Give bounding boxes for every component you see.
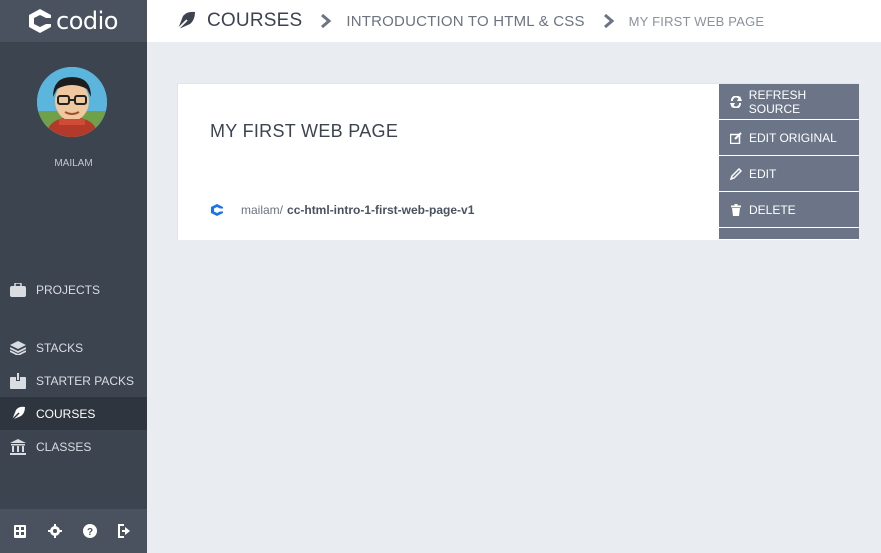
trash-icon	[729, 203, 743, 217]
logout-icon[interactable]	[117, 523, 133, 539]
repo-link[interactable]: mailam/ cc-html-intro-1-first-web-page-v…	[210, 203, 474, 217]
delete-button[interactable]: DELETE	[719, 192, 859, 227]
gear-icon[interactable]	[47, 523, 63, 539]
sidebar-item-projects[interactable]: PROJECTS	[0, 273, 147, 306]
sidebar-item-label: CLASSES	[36, 439, 92, 454]
breadcrumb-page: MY FIRST WEB PAGE	[628, 13, 765, 29]
edit-original-label: EDIT ORIGINAL	[749, 130, 837, 145]
repo-name: cc-html-intro-1-first-web-page-v1	[287, 203, 475, 217]
institution-icon	[9, 438, 27, 456]
codio-repo-icon	[211, 204, 224, 216]
sidebar: codio MAILAM PROJECTS STACKS STARTER PAC…	[0, 0, 147, 553]
refresh-source-label: REFRESH SOURCE	[748, 87, 807, 116]
refresh-source-button[interactable]: REFRESH SOURCE	[719, 84, 859, 119]
delete-label: DELETE	[749, 202, 796, 217]
chevron-right-icon	[603, 14, 614, 28]
chevron-right-icon	[321, 14, 332, 28]
help-icon[interactable]: ?	[82, 523, 98, 539]
breadcrumb-courses[interactable]: COURSES	[207, 10, 302, 32]
sidebar-item-starter-packs[interactable]: STARTER PACKS	[0, 364, 147, 397]
sidebar-item-label: STACKS	[36, 340, 84, 355]
external-edit-icon	[729, 131, 743, 145]
action-menu: REFRESH SOURCE EDIT ORIGINAL EDIT DELETE	[719, 84, 859, 240]
logo-text: codio	[56, 7, 118, 35]
more-actions-stub[interactable]	[719, 228, 859, 239]
sidebar-item-courses[interactable]: COURSES	[0, 397, 147, 430]
sidebar-item-label: COURSES	[36, 406, 96, 421]
breadcrumb-course[interactable]: INTRODUCTION TO HTML & CSS	[346, 13, 584, 30]
svg-text:?: ?	[87, 527, 93, 538]
sidebar-footer: ?	[0, 509, 147, 553]
breadcrumb: COURSES INTRODUCTION TO HTML & CSS MY FI…	[147, 0, 881, 42]
edit-button[interactable]: EDIT	[719, 156, 859, 191]
courses-icon	[9, 405, 27, 423]
package-icon	[9, 372, 27, 390]
repo-owner: mailam/	[241, 203, 284, 217]
codio-logo-icon	[29, 9, 52, 33]
sidebar-item-stacks[interactable]: STACKS	[0, 331, 147, 364]
sidebar-item-classes[interactable]: CLASSES	[0, 430, 147, 463]
refresh-icon	[729, 95, 743, 109]
logo[interactable]: codio	[0, 0, 147, 42]
edit-label: EDIT	[749, 166, 777, 181]
sidebar-item-label: PROJECTS	[36, 282, 101, 297]
courses-icon	[177, 11, 195, 30]
page-title: MY FIRST WEB PAGE	[210, 121, 399, 141]
sidebar-item-label: STARTER PACKS	[36, 373, 135, 388]
pencil-icon	[729, 167, 743, 181]
layers-icon	[9, 339, 27, 357]
avatar[interactable]	[37, 67, 107, 137]
briefcase-icon	[9, 281, 27, 299]
organization-icon[interactable]	[12, 523, 28, 539]
edit-original-button[interactable]: EDIT ORIGINAL	[719, 120, 859, 155]
username: MAILAM	[54, 158, 93, 169]
